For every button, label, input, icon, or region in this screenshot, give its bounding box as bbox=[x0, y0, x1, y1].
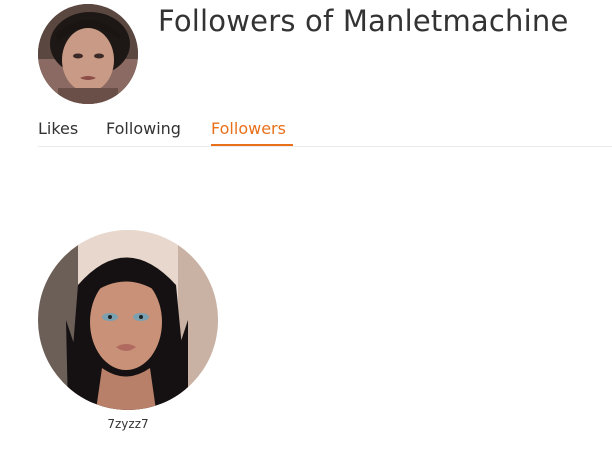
active-tab-underline bbox=[211, 144, 293, 146]
follower-avatar[interactable] bbox=[38, 230, 218, 410]
follower-avatar-photo bbox=[38, 230, 218, 410]
profile-avatar[interactable] bbox=[38, 4, 138, 104]
follower-card[interactable]: 7zyzz7 bbox=[38, 230, 218, 431]
profile-avatar-photo bbox=[38, 4, 138, 104]
follower-username[interactable]: 7zyzz7 bbox=[38, 417, 218, 431]
page-title: Followers of Manletmachine bbox=[158, 4, 569, 38]
tab-following[interactable]: Following bbox=[106, 119, 181, 138]
tab-followers[interactable]: Followers bbox=[211, 119, 286, 138]
profile-tabs: Likes Following Followers bbox=[38, 116, 612, 147]
tab-likes[interactable]: Likes bbox=[38, 119, 78, 138]
